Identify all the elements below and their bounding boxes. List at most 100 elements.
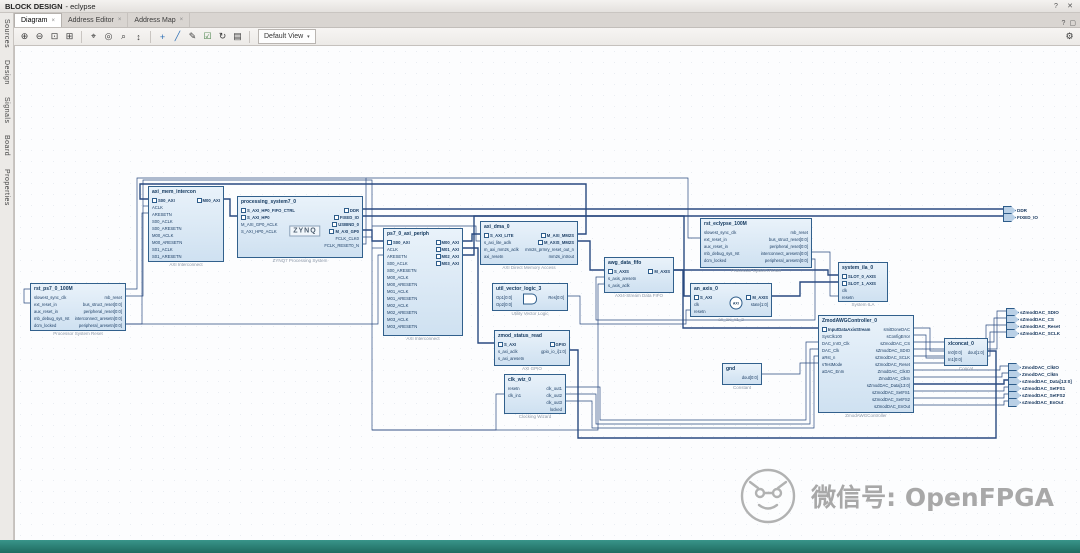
port-mb_debug_sys_rst[interactable]: mb_debug_sys_rst — [34, 315, 69, 322]
block-ZmodAWGController_0[interactable]: ZmodAWGController_0InputDataAxisStreamSy… — [818, 315, 914, 413]
port-M03_ACLK[interactable]: M03_ACLK — [387, 316, 417, 323]
port-M00_ACLK[interactable]: M00_ACLK — [387, 274, 417, 281]
sidebar-item-board[interactable]: Board — [3, 135, 10, 156]
close-tab-icon[interactable]: × — [180, 17, 184, 23]
sidebar-item-design[interactable]: Design — [3, 60, 10, 85]
port-interconnect_aresetn[0:0][interactable]: interconnect_aresetn[0:0] — [761, 250, 808, 257]
external-port-sZmodDAC_SCLK[interactable]: sZmodDAC_SCLK — [1006, 329, 1060, 338]
port-peripheral_aresetn[0:0][interactable]: peripheral_aresetn[0:0] — [75, 322, 122, 329]
port-Op1[0:0][interactable]: Op1[0:0] — [496, 294, 512, 301]
port-GPIO[interactable]: GPIO — [541, 341, 566, 348]
port-S00_AXI[interactable]: S00_AXI — [387, 239, 417, 246]
block-rst_ps7_0_100M[interactable]: rst_ps7_0_100Mslowest_sync_clkext_reset_… — [30, 283, 126, 331]
crosshair-icon[interactable]: ⌖ — [87, 30, 100, 43]
port-S01_ACLK[interactable]: S01_ACLK — [152, 246, 182, 253]
port-ZmodDAC_ClkIn[interactable]: ZmodDAC_ClkIn — [867, 375, 910, 382]
tab-diagram[interactable]: Diagram× — [14, 13, 62, 27]
port-axi_resetn[interactable]: axi_resetn — [484, 253, 519, 260]
block-awg_data_fifo[interactable]: awg_data_fifoS_AXISs_axis_aresetns_axis_… — [604, 257, 674, 293]
external-port-sZmodDAC_EnOut[interactable]: sZmodDAC_EnOut — [1008, 398, 1063, 407]
make-connection-icon[interactable]: ╱ — [171, 30, 184, 43]
expand-icon[interactable] — [241, 208, 246, 213]
port-M01_ACLK[interactable]: M01_ACLK — [387, 288, 417, 295]
port-state[1:0][interactable]: state[1:0] — [746, 301, 768, 308]
port-S00_ACLK[interactable]: S00_ACLK — [152, 218, 182, 225]
port-sInitDoneDAC[interactable]: sInitDoneDAC — [867, 326, 910, 333]
port-S00_ARESETN[interactable]: S00_ARESETN — [387, 267, 417, 274]
port-M00_ARESETN[interactable]: M00_ARESETN — [387, 281, 417, 288]
port-peripheral_aresetn[0:0][interactable]: peripheral_aresetn[0:0] — [761, 257, 808, 264]
port-sZmodDAC_Reset[interactable]: sZmodDAC_Reset — [867, 361, 910, 368]
port-sZmodDAC_EnOut[interactable]: sZmodDAC_EnOut — [867, 403, 910, 410]
block-clk_wiz_0[interactable]: clk_wiz_0resetnclk_in1clk_out1clk_out2cl… — [504, 374, 566, 414]
expand-icon[interactable] — [822, 327, 827, 332]
port-M_AXIS_MM2S[interactable]: M_AXIS_MM2S — [525, 239, 574, 246]
port-dcm_locked[interactable]: dcm_locked — [704, 257, 739, 264]
port-ACLK[interactable]: ACLK — [387, 246, 417, 253]
port-M03_ARESETN[interactable]: M03_ARESETN — [387, 323, 417, 330]
port-locked[interactable]: locked — [546, 406, 562, 413]
close-tab-icon[interactable]: × — [118, 17, 122, 23]
port-ext_reset_in[interactable]: ext_reset_in — [34, 301, 69, 308]
expand-icon[interactable] — [746, 295, 751, 300]
port-DAC_Clk[interactable]: DAC_Clk — [822, 347, 870, 354]
port-ext_reset_in[interactable]: ext_reset_in — [704, 236, 739, 243]
expand-icon[interactable] — [842, 281, 847, 286]
expand-icon[interactable] — [694, 295, 699, 300]
sidebar-item-properties[interactable]: Properties — [3, 169, 10, 206]
port-mm2s_prmry_reset_out_n[interactable]: mm2s_prmry_reset_out_n — [525, 246, 574, 253]
port-mm2s_introut[interactable]: mm2s_introut — [525, 253, 574, 260]
expand-icon[interactable] — [550, 342, 555, 347]
zoom-fit-icon[interactable]: ⊡ — [48, 30, 61, 43]
wire[interactable] — [762, 363, 818, 374]
search-icon[interactable]: ⌕ — [117, 30, 130, 43]
block-rst_eclypse_100M[interactable]: rst_eclypse_100Mslowest_sync_clkext_rese… — [700, 218, 812, 268]
port-resetn[interactable]: resetn — [694, 308, 712, 315]
port-M_AXIS[interactable]: M_AXIS — [648, 268, 670, 275]
wire[interactable] — [812, 252, 838, 296]
port-sTestMode[interactable]: sTestMode — [822, 361, 870, 368]
port-S_AXI_HP0[interactable]: S_AXI_HP0 — [241, 214, 295, 221]
add-ip-icon[interactable]: + — [156, 30, 169, 43]
gear-icon[interactable]: ⚙ — [1063, 30, 1076, 43]
port-M02_ACLK[interactable]: M02_ACLK — [387, 302, 417, 309]
port-aux_reset_in[interactable]: aux_reset_in — [34, 308, 69, 315]
expand-icon[interactable] — [538, 240, 543, 245]
port-S_AXI[interactable]: S_AXI — [498, 341, 524, 348]
port-clk_in1[interactable]: clk_in1 — [508, 392, 521, 399]
port-sZmodDAC_SCLK[interactable]: sZmodDAC_SCLK — [867, 354, 910, 361]
refresh-icon[interactable]: ↻ — [216, 30, 229, 43]
port-S_AXI_LITE[interactable]: S_AXI_LITE — [484, 232, 519, 239]
port-clk_out2[interactable]: clk_out2 — [546, 392, 562, 399]
port-peripheral_reset[0:0][interactable]: peripheral_reset[0:0] — [75, 308, 122, 315]
port-M01_AXI[interactable]: M01_AXI — [436, 246, 459, 253]
block-xlconcat_0[interactable]: xlconcat_0In0[0:0]In1[0:0]dout[1:0]Conca… — [944, 338, 988, 366]
port-s_axis_aclk[interactable]: s_axis_aclk — [608, 282, 636, 289]
expand-icon[interactable] — [334, 215, 339, 220]
port-S00_ACLK[interactable]: S00_ACLK — [387, 260, 417, 267]
port-S00_ARESETN[interactable]: S00_ARESETN — [152, 225, 182, 232]
report-icon[interactable]: ▤ — [231, 30, 244, 43]
port-M_AXI_GP0[interactable]: M_AXI_GP0 — [324, 228, 359, 235]
zoom-selection-icon[interactable]: ⊞ — [63, 30, 76, 43]
expand-icon[interactable] — [344, 208, 349, 213]
port-gpio_io_i[1:0][interactable]: gpio_io_i[1:0] — [541, 348, 566, 355]
port-M00_AXI[interactable]: M00_AXI — [197, 197, 220, 204]
port-clk[interactable]: clk — [842, 287, 876, 294]
expand-icon[interactable] — [498, 342, 503, 347]
block-axi_mem_intercon[interactable]: axi_mem_interconS00_AXIACLKARESETNS00_AC… — [148, 186, 224, 262]
wire[interactable] — [578, 241, 604, 270]
port-clk_out1[interactable]: clk_out1 — [546, 385, 562, 392]
port-S_AXI[interactable]: S_AXI — [694, 294, 712, 301]
block-ps7_0_axi_periph[interactable]: ps7_0_axi_periphS00_AXIACLKARESETNS00_AC… — [383, 228, 463, 336]
expand-icon[interactable] — [241, 215, 246, 220]
tab-address-map[interactable]: Address Map× — [128, 13, 190, 27]
validate-design-icon[interactable]: ☑ — [201, 30, 214, 43]
port-slowest_sync_clk[interactable]: slowest_sync_clk — [34, 294, 69, 301]
expand-icon[interactable] — [484, 233, 489, 238]
block-system_ila_0[interactable]: system_ila_0SLOT_0_AXISSLOT_1_AXISclkres… — [838, 262, 888, 302]
expand-icon[interactable] — [197, 198, 202, 203]
port-Op2[0:0][interactable]: Op2[0:0] — [496, 301, 512, 308]
port-sConfigError[interactable]: sConfigError — [867, 333, 910, 340]
port-sZmodDAC_SetFS2[interactable]: sZmodDAC_SetFS2 — [867, 396, 910, 403]
